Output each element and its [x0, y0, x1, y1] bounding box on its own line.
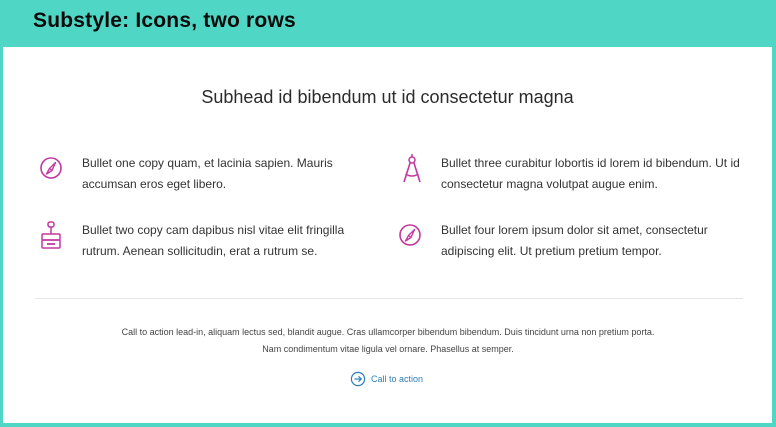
arrow-circle-right-icon [350, 371, 366, 387]
drafting-compass-icon [397, 153, 427, 183]
bullet-text: Bullet two copy cam dapibus nisl vitae e… [82, 223, 345, 258]
compass-icon [38, 153, 68, 183]
bullet-text: Bullet three curabitur lobortis id lorem… [441, 156, 740, 191]
call-to-action-link[interactable]: Call to action [350, 370, 423, 388]
content-panel: Subhead id bibendum ut id consectetur ma… [3, 47, 772, 423]
section-divider [35, 298, 743, 299]
stamp-icon [38, 220, 68, 250]
bullet-text: Bullet four lorem ipsum dolor sit amet, … [441, 223, 708, 258]
compass-icon [397, 220, 427, 250]
subhead: Subhead id bibendum ut id consectetur ma… [201, 87, 574, 107]
cta-lead-in: Call to action lead-in, aliquam lectus s… [121, 327, 655, 354]
bullet-text: Bullet one copy quam, et lacinia sapien.… [82, 156, 333, 191]
call-to-action-label: Call to action [371, 374, 424, 384]
page-banner: Substyle: Icons, two rows [0, 0, 776, 47]
banner-title: Substyle: Icons, two rows [33, 9, 296, 32]
